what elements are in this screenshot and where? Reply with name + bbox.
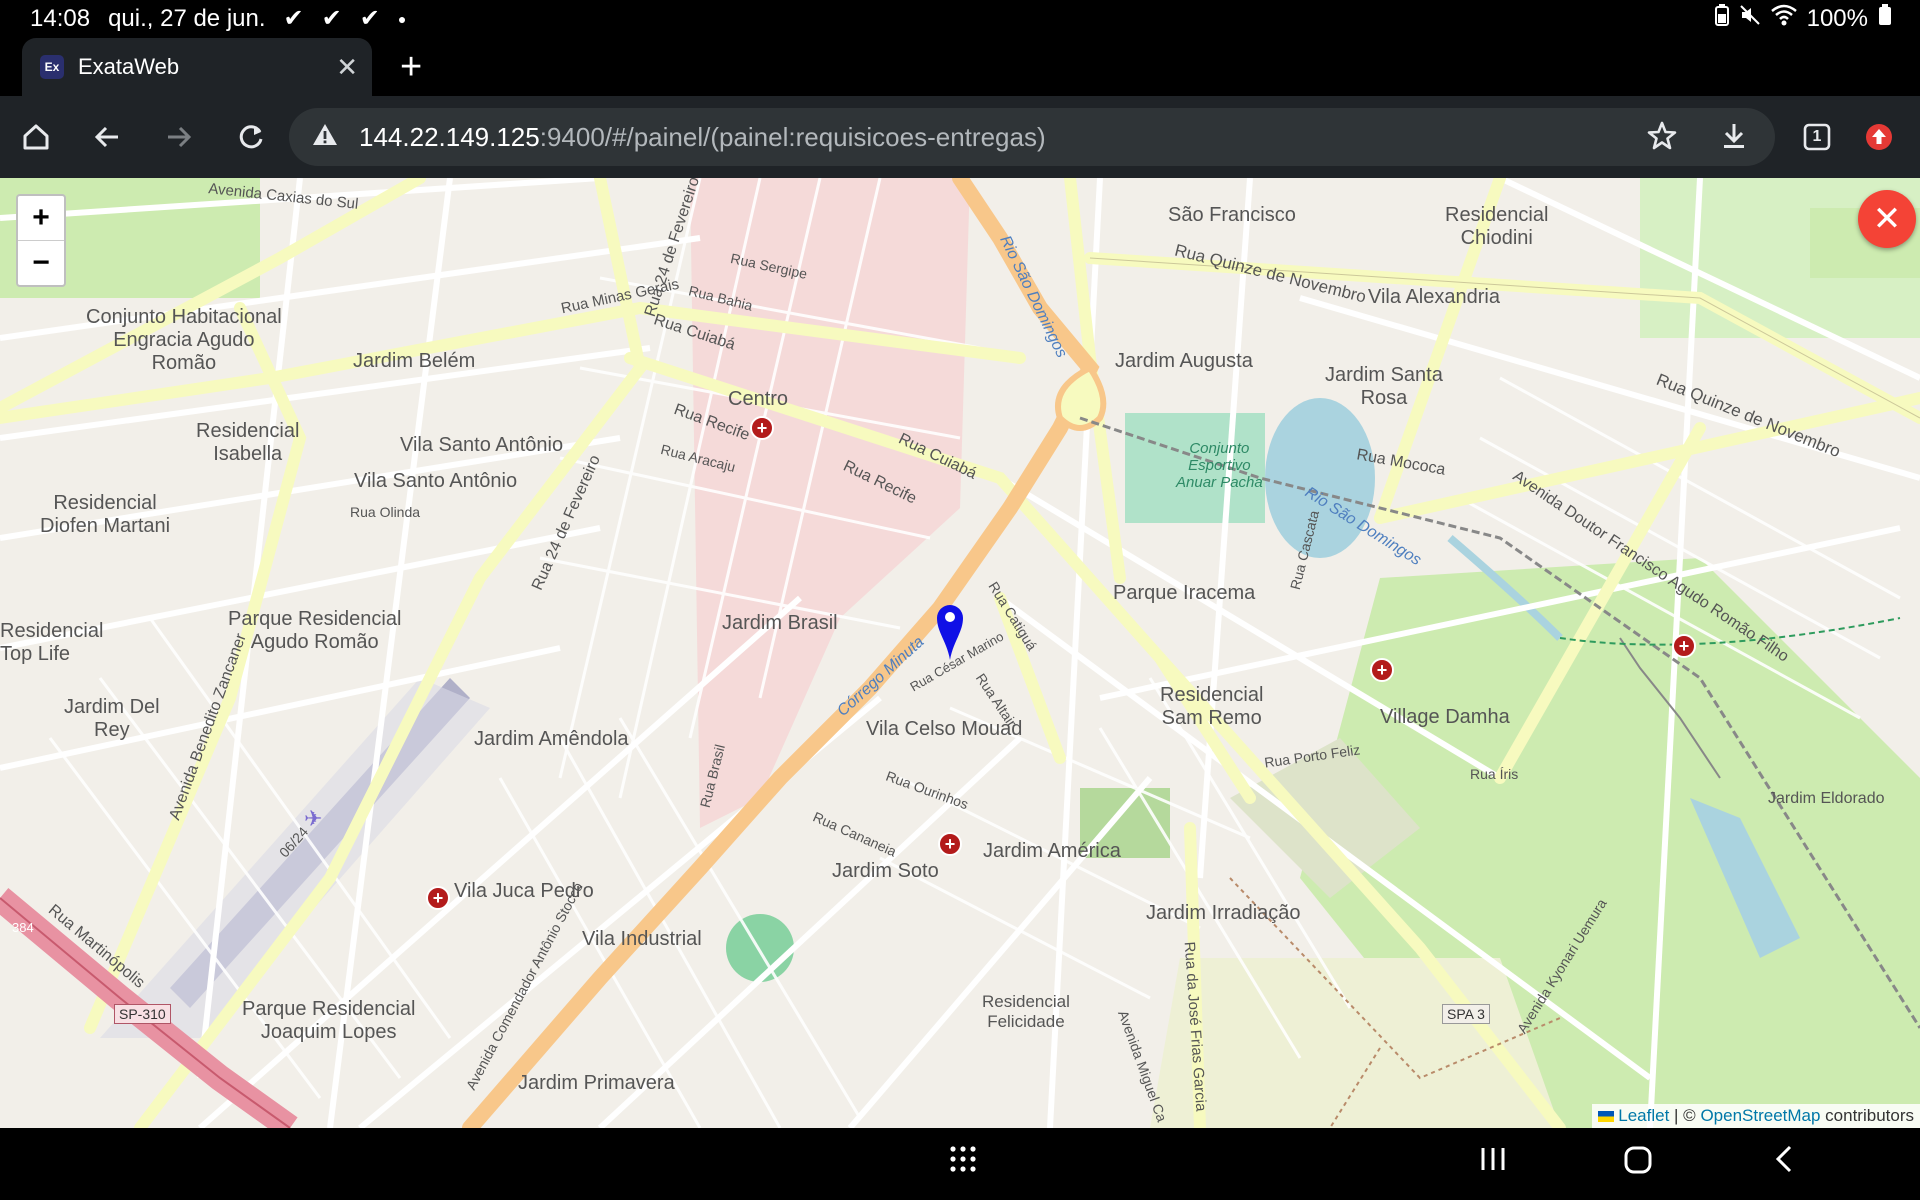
place-label: Jardim Belém (353, 350, 476, 372)
battery-saver-icon (1714, 4, 1729, 33)
place-label: Jardim Irradiação (1146, 902, 1301, 924)
battery-icon (1878, 4, 1892, 33)
mute-icon (1739, 4, 1761, 33)
place-label: Vila Celso Mouad (866, 718, 1023, 740)
back-icon[interactable] (84, 114, 130, 160)
browser-tab[interactable]: Ex ExataWeb ✕ (22, 38, 372, 96)
wifi-icon (1770, 4, 1797, 33)
place-label: Jardim Augusta (1115, 350, 1253, 372)
place-label: Jardim Soto (832, 860, 939, 882)
zoom-in-button[interactable]: + (18, 196, 64, 241)
address-bar[interactable]: 144.22.149.125:9400/#/painel/(painel:req… (289, 108, 1775, 166)
street-label: Rua Íris (1470, 766, 1519, 782)
place-label: Vila Santo Antônio (354, 470, 518, 492)
new-tab-button[interactable]: + (400, 46, 422, 89)
recent-apps-icon[interactable] (1478, 1144, 1508, 1179)
place-label: Jardim Primavera (518, 1072, 675, 1094)
highway-shield: SPA 3 (1442, 1004, 1490, 1024)
place-label: Jardim Del Rey (64, 696, 160, 741)
place-label: Conjunto Habitacional Engracia Agudo Rom… (86, 306, 282, 374)
place-label: Jardim Brasil (722, 612, 838, 634)
place-label: São Francisco (1168, 204, 1296, 226)
map-view[interactable]: São Francisco Residencial Chiodini Vila … (0, 178, 1920, 1128)
ukraine-flag-icon (1597, 1111, 1614, 1123)
place-label: Jardim América (983, 840, 1121, 862)
check-icon: ✔ (359, 5, 380, 32)
place-label: Parque Residencial Joaquim Lopes (242, 998, 416, 1043)
hospital-icon: + (1672, 634, 1696, 658)
hospital-icon: + (938, 832, 962, 856)
browser-toolbar: 144.22.149.125:9400/#/painel/(painel:req… (0, 96, 1920, 178)
favicon-icon: Ex (40, 55, 64, 79)
place-label: Residencial Top Life (0, 620, 104, 665)
airport-icon: ✈ (304, 806, 323, 831)
highway-shield: 384 (12, 920, 34, 935)
warning-icon[interactable] (311, 121, 339, 154)
url-text[interactable]: 144.22.149.125:9400/#/painel/(painel:req… (359, 122, 1046, 153)
reload-icon[interactable] (228, 114, 274, 160)
check-icon: ✔ (283, 5, 304, 32)
place-label: Residencial Chiodini (1445, 204, 1549, 249)
check-icon: ✔ (321, 5, 342, 32)
place-label: Vila Santo Antônio (400, 434, 564, 456)
place-label: Parque Iracema (1113, 582, 1256, 604)
close-tab-icon[interactable]: ✕ (336, 52, 358, 83)
place-label: Village Damha (1380, 706, 1510, 728)
openstreetmap-link[interactable]: OpenStreetMap (1700, 1106, 1820, 1125)
zoom-control: + − (16, 194, 66, 287)
download-icon[interactable] (1717, 119, 1751, 158)
place-label: Residencial Felicidade (982, 992, 1070, 1031)
update-icon[interactable] (1856, 114, 1902, 160)
location-pin-icon[interactable] (935, 602, 965, 667)
battery-level: 100% (1806, 4, 1868, 32)
system-nav-bar (0, 1128, 1920, 1200)
place-label: Residencial Diofen Martani (40, 492, 171, 537)
home-icon[interactable] (13, 114, 59, 160)
hospital-icon: + (750, 416, 774, 440)
status-bar: 14:08 qui., 27 de jun. ✔ ✔ ✔ ● 100% (0, 0, 1920, 38)
place-label: Parque Residencial Agudo Romão (228, 608, 402, 653)
highway-shield: SP-310 (114, 1004, 171, 1024)
clock: 14:08 (30, 4, 91, 32)
forward-icon[interactable] (156, 114, 202, 160)
map-attribution: Leaflet | © OpenStreetMap contributors (1591, 1104, 1920, 1128)
place-label: Residencial Sam Remo (1160, 684, 1264, 729)
close-map-button[interactable]: ✕ (1858, 190, 1916, 248)
leaflet-link[interactable]: Leaflet (1618, 1106, 1669, 1125)
tab-switcher-button[interactable]: 1 (1794, 114, 1840, 160)
dot-icon: ● (397, 10, 407, 27)
hospital-icon: + (426, 886, 450, 910)
tab-strip: Ex ExataWeb ✕ + (0, 38, 1920, 96)
place-label: Centro (728, 388, 789, 410)
app-drawer-icon[interactable] (948, 1144, 978, 1179)
bookmark-star-icon[interactable] (1645, 119, 1679, 158)
back-nav-icon[interactable] (1770, 1144, 1800, 1179)
hospital-icon: + (1370, 658, 1394, 682)
tab-count: 1 (1812, 128, 1822, 145)
park-label: Conjunto Esportivo Anuar Pacha (1176, 440, 1263, 491)
place-label: Jardim Eldorado (1768, 790, 1885, 807)
place-label: Jardim Santa Rosa (1325, 364, 1443, 409)
place-label: Residencial Isabella (196, 420, 300, 465)
street-label: Rua Olinda (350, 504, 421, 520)
date: qui., 27 de jun. (108, 4, 266, 32)
home-nav-icon[interactable] (1622, 1144, 1654, 1181)
place-label: Jardim Amêndola (474, 728, 629, 750)
tab-title: ExataWeb (78, 54, 180, 79)
place-label: Vila Industrial (582, 928, 702, 950)
place-label: Vila Alexandria (1368, 286, 1500, 308)
zoom-out-button[interactable]: − (18, 241, 64, 285)
